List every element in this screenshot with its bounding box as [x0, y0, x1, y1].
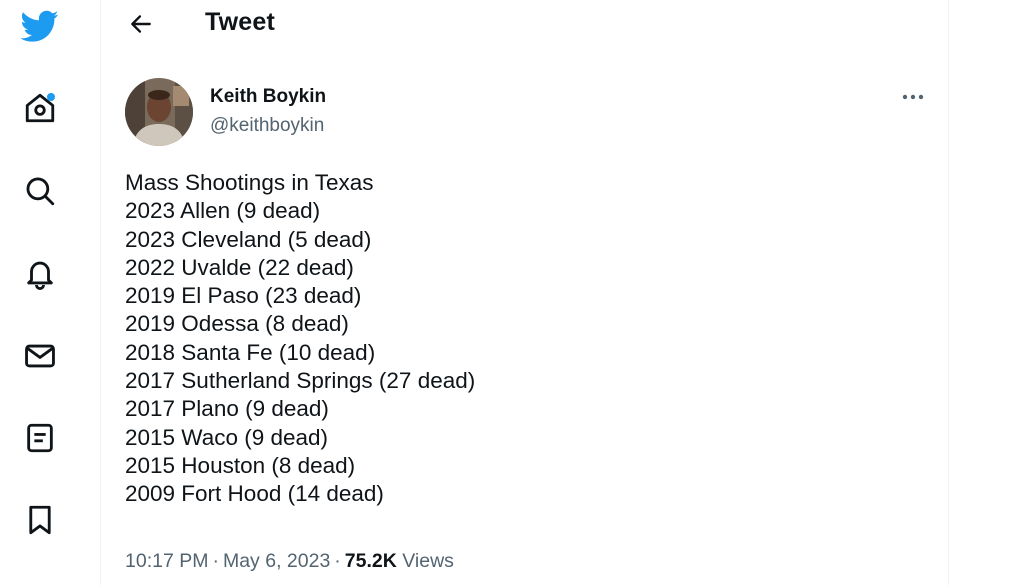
nav-bookmarks-button[interactable]: [20, 500, 60, 540]
tweet-line: 2015 Houston (8 dead): [125, 452, 356, 478]
author-name[interactable]: Keith Boykin: [210, 86, 326, 108]
meta-separator: ·: [212, 550, 219, 572]
tweet-text: Mass Shootings in Texas 2023 Allen (9 de…: [125, 169, 885, 509]
tweet-meta: 10:17 PM · May 6, 2023 · 75.2K Views: [125, 550, 454, 573]
tweet-line: 2019 Odessa (8 dead): [125, 311, 349, 337]
sidebar-nav: [0, 0, 101, 585]
nav-messages-button[interactable]: [20, 336, 60, 376]
author-handle[interactable]: @keithboykin: [210, 115, 324, 137]
nav-notifications-button[interactable]: [20, 253, 60, 293]
views-label: Views: [402, 550, 454, 572]
bookmark-icon: [29, 505, 51, 535]
nav-home-button[interactable]: [20, 88, 60, 128]
tweet-line: Mass Shootings in Texas: [125, 170, 374, 195]
back-button[interactable]: [125, 8, 157, 40]
bell-icon: [27, 261, 53, 290]
arrow-left-icon: [131, 15, 151, 33]
more-horizontal-icon: [902, 94, 924, 100]
nav-explore-button[interactable]: [20, 171, 60, 211]
mail-icon: [25, 344, 55, 368]
page-header: Tweet: [101, 0, 948, 48]
nav-lists-button[interactable]: [20, 418, 60, 458]
tweet-detail-column: Tweet Keith Boykin @keithboykin Mass Sho…: [101, 0, 949, 585]
views-count[interactable]: 75.2K: [345, 550, 397, 572]
meta-separator: ·: [334, 550, 341, 572]
notification-dot: [47, 93, 55, 101]
tweet-line: 2017 Plano (9 dead): [125, 396, 329, 422]
tweet-date[interactable]: May 6, 2023: [223, 550, 330, 572]
tweet-line: 2018 Santa Fe (10 dead): [125, 339, 376, 365]
tweet-line: 2009 Fort Hood (14 dead): [125, 481, 384, 507]
tweet-line: 2017 Sutherland Springs (27 dead): [125, 368, 476, 394]
twitter-logo-icon[interactable]: [20, 6, 60, 46]
tweet-line: 2023 Cleveland (5 dead): [125, 226, 372, 252]
tweet-line: 2015 Waco (9 dead): [125, 424, 329, 450]
lists-icon: [27, 423, 53, 453]
tweet-line: 2022 Uvalde (22 dead): [125, 254, 354, 280]
more-options-button[interactable]: [899, 84, 927, 110]
tweet-line: 2019 El Paso (23 dead): [125, 283, 362, 309]
page-title: Tweet: [205, 8, 275, 36]
avatar[interactable]: [125, 78, 193, 146]
search-icon: [26, 177, 55, 206]
tweet-line: 2023 Allen (9 dead): [125, 198, 321, 224]
tweet-time[interactable]: 10:17 PM: [125, 550, 208, 572]
